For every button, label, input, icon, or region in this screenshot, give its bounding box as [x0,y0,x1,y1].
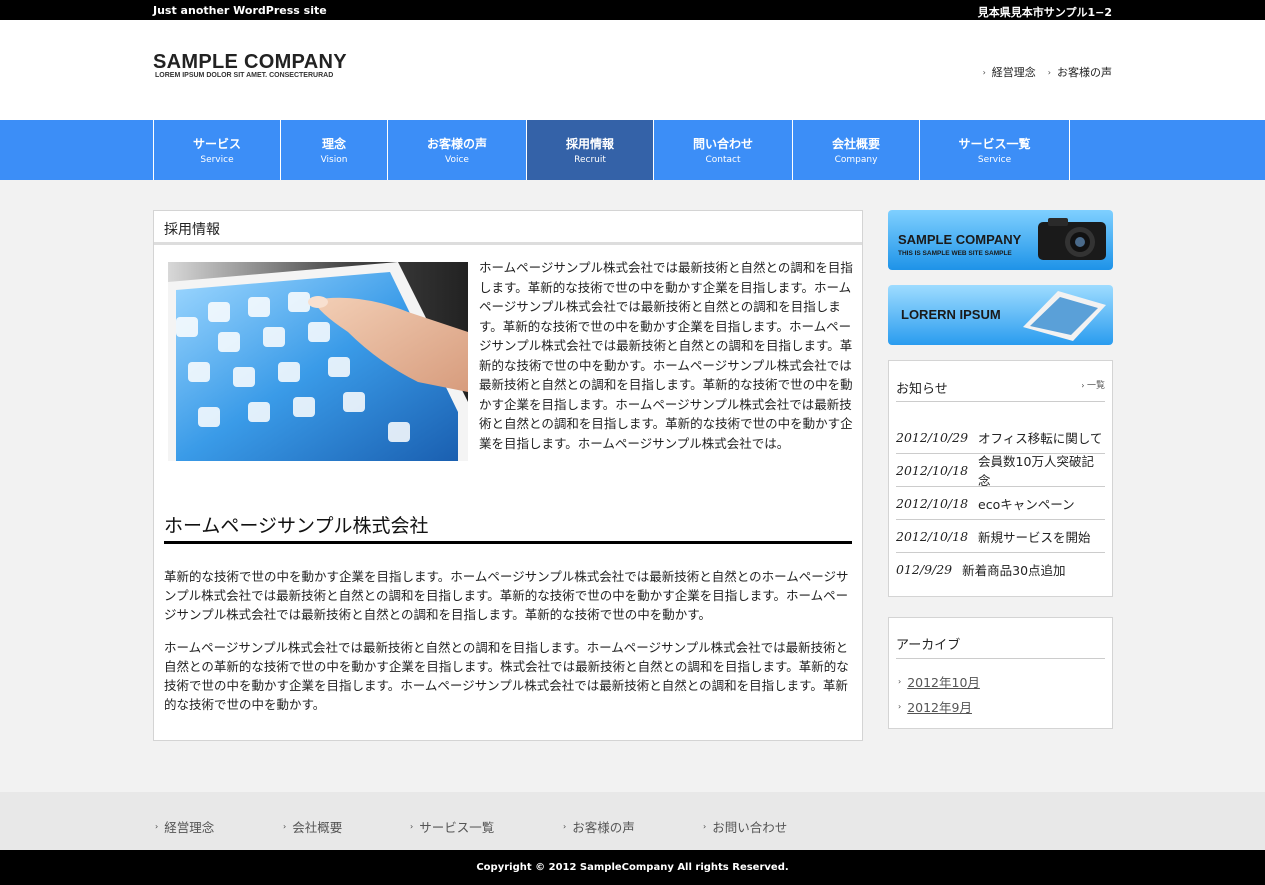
top-bar: Just another WordPress site 見本県見本市サンプル1−… [0,0,1265,20]
news-item[interactable]: 2012/10/18 ecoキャンペーン [896,487,1105,520]
news-widget: お知らせ › 一覧 2012/10/29 オフィス移転に関して 2012/10/1… [888,360,1113,597]
news-more-link[interactable]: › 一覧 [1081,378,1105,391]
chevron-right-icon: › [898,677,902,686]
footer-link-service-list[interactable]: › サービス一覧 [410,817,494,836]
chevron-right-icon: › [283,822,287,831]
divider [896,401,1105,402]
divider [896,658,1105,659]
footer-link-voice[interactable]: › お客様の声 [563,817,635,836]
nav-item-voice[interactable]: お客様の声 Voice [388,120,527,180]
main-content: 採用情報 ホームページサンプル株式会社では最新技術と自然との調和を目指します。革… [153,210,863,741]
tablet-photo [168,262,468,461]
banner-title: LORERN IPSUM [901,307,1001,322]
news-item[interactable]: 2012/10/29 オフィス移転に関して [896,421,1105,454]
chevron-right-icon: › [563,822,567,831]
chevron-right-icon: › [898,702,902,711]
site-address: 見本県見本市サンプル1−2 [977,6,1112,19]
intro-text: ホームページサンプル株式会社では最新技術と自然との調和を目指します。革新的な技術… [479,260,853,451]
chevron-right-icon: › [703,822,707,831]
archive-widget: アーカイブ › 2012年10月 › 2012年9月 [888,617,1113,729]
footer-link-company[interactable]: › 会社概要 [283,817,342,836]
news-title: お知らせ [896,382,948,397]
nav-item-service[interactable]: サービス Service [154,120,281,180]
global-nav: サービス Service 理念 Vision お客様の声 Voice 採用情報 Recr… [0,120,1265,180]
banner-subtitle: THIS IS SAMPLE WEB SITE SAMPLE [898,250,1012,257]
site-logo-subtitle: LOREM IPSUM DOLOR SIT AMET. CONSECTERURA… [155,72,334,79]
footer-link-philosophy[interactable]: › 経営理念 [155,817,214,836]
banner-title: SAMPLE COMPANY [898,232,1022,247]
site-tagline: Just another WordPress site [153,4,327,17]
nav-item-recruit[interactable]: 採用情報 Recruit [527,120,654,180]
news-item[interactable]: 2012/10/18 新規サービスを開始 [896,520,1105,553]
news-item[interactable]: 2012/10/18 会員数10万人突破記念 [896,454,1105,488]
page-title: 採用情報 [154,211,862,245]
header-link-voice[interactable]: › お客様の声 [1048,64,1112,80]
archive-link[interactable]: › 2012年9月 [898,697,972,716]
heading-rule [164,541,852,544]
footer-nav: › 経営理念 › 会社概要 › サービス一覧 › お客様の声 › お問い合わせ [0,792,1265,850]
header-links: › 経営理念 › お客様の声 [983,64,1112,80]
footer-link-contact[interactable]: › お問い合わせ [703,817,787,836]
body-paragraph: 革新的な技術で世の中を動かす企業を目指します。ホームページサンプル株式会社では最… [164,569,849,622]
nav-item-vision[interactable]: 理念 Vision [281,120,388,180]
header-link-philosophy[interactable]: › 経営理念 [983,64,1036,80]
body-paragraph: ホームページサンプル株式会社では最新技術と自然との調和を目指します。ホームページ… [164,640,849,712]
chevron-right-icon: › [410,822,414,831]
company-heading: ホームページサンプル株式会社 [164,515,429,537]
nav-item-service-list[interactable]: サービス一覧 Service [920,120,1070,180]
site-logo[interactable]: SAMPLE COMPANY [153,51,347,74]
chevron-right-icon: › [1047,67,1051,77]
chevron-right-icon: › [155,822,159,831]
news-item[interactable]: 012/9/29 新着商品30点追加 [896,553,1105,586]
nav-item-company[interactable]: 会社概要 Company [793,120,920,180]
nav-item-contact[interactable]: 問い合わせ Contact [654,120,793,180]
archive-link[interactable]: › 2012年10月 [898,672,980,691]
archive-title: アーカイブ [896,638,961,653]
copyright: Copyright © 2012 SampleCompany All right… [0,850,1265,885]
site-header: SAMPLE COMPANY LOREM IPSUM DOLOR SIT AME… [0,20,1265,120]
chevron-right-icon: › [982,67,986,77]
lorern-ipsum-banner[interactable]: LORERN IPSUM [888,285,1113,345]
sample-company-banner[interactable]: SAMPLE COMPANY THIS IS SAMPLE WEB SITE S… [888,210,1113,270]
